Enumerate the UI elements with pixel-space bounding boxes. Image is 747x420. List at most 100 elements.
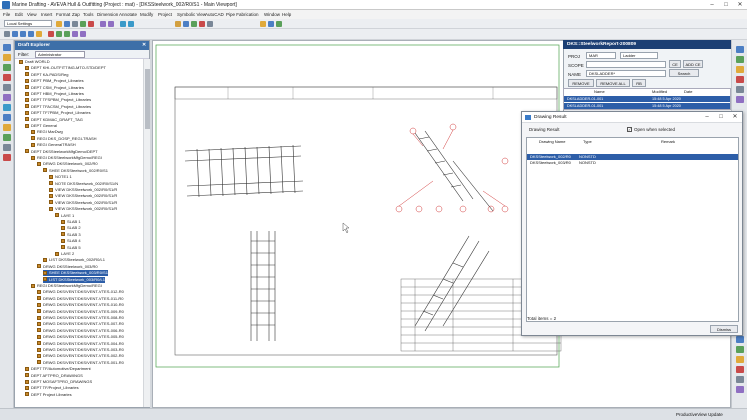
tree-item[interactable]: DRWG DKS/VENT/DKS/VENT-VTES-007-R0 xyxy=(37,321,124,327)
delete-icon[interactable] xyxy=(88,21,94,27)
explorer-close-icon[interactable]: ✕ xyxy=(142,41,146,50)
tree-item[interactable]: VIEW DKSSteelwork_002/R0/S1/R xyxy=(49,200,117,206)
tree-item[interactable]: REGI GeneralTRASH xyxy=(31,142,76,148)
tree-item[interactable]: DRWG DKS/VENT/DKS/VENT-VTES-008-R0 xyxy=(37,315,124,321)
dialog-close-button[interactable]: ✕ xyxy=(730,113,740,122)
tree-item[interactable]: SLAB 2 xyxy=(61,225,81,231)
menu-window[interactable]: Window xyxy=(264,12,280,17)
tree-item[interactable]: DEPT HBM_Project_Libraries xyxy=(25,91,84,97)
tree-item[interactable]: DEPT DKSSteelworkMfgDemo/DEPT xyxy=(25,149,98,155)
symbol-icon[interactable] xyxy=(276,21,282,27)
explorer-scrollbar[interactable] xyxy=(143,59,150,407)
scope-input[interactable] xyxy=(586,61,666,68)
table-row[interactable]: DKSLADDER-01-001 15:48 5 Apr 2020 xyxy=(564,103,730,109)
select-icon[interactable] xyxy=(4,31,10,37)
tree-item[interactable]: VIEW DKSSteelwork_002/R0/S1/R xyxy=(49,193,117,199)
filter-select[interactable]: Administrator xyxy=(35,51,85,58)
add-ce-button[interactable]: ADD CE xyxy=(683,60,703,68)
menu-edit[interactable]: Edit xyxy=(15,12,23,17)
col-drawing-name-header[interactable]: Drawing Name xyxy=(539,138,565,145)
redo-icon[interactable] xyxy=(108,21,114,27)
tree-item[interactable]: DRWG DKS/VENT/DKS/VENT-VTES-006-R0 xyxy=(37,328,124,334)
note-icon[interactable] xyxy=(199,21,205,27)
explorer-icon[interactable] xyxy=(3,44,11,51)
layer-icon[interactable] xyxy=(175,21,181,27)
tree-item[interactable]: DRWG DKS/VENT/DKS/VENT-VTES-004-R0 xyxy=(37,341,124,347)
rb-button[interactable]: RB xyxy=(632,79,646,87)
type-select[interactable]: Ladder xyxy=(620,52,658,59)
maximize-button[interactable]: □ xyxy=(719,0,733,10)
save-icon[interactable] xyxy=(64,21,70,27)
open-icon[interactable] xyxy=(56,21,62,27)
tree-item[interactable]: DRWG DKS/VENT/DKS/VENT-VTES-012-R0 xyxy=(37,289,124,295)
menu-zap[interactable]: Zap xyxy=(72,12,80,17)
draw-icon[interactable] xyxy=(3,64,11,71)
print-icon[interactable] xyxy=(72,21,78,27)
mirror-icon[interactable] xyxy=(80,31,86,37)
table-row[interactable]: DKSLADDER-01-001 15:48 5 Apr 2020 xyxy=(564,96,730,102)
folder-icon[interactable] xyxy=(3,54,11,61)
tree-item[interactable]: SLAB 1 xyxy=(61,219,81,225)
right-tool-4-icon[interactable] xyxy=(736,76,744,83)
tree-item[interactable]: LIST DKSSteelwork_002/R0/L1 xyxy=(43,257,105,263)
tree-item[interactable]: DEPT KHI-OUTFITTING-MTO-STD/DEPT xyxy=(25,65,106,71)
right-tool-3-icon[interactable] xyxy=(736,66,744,73)
tree-item[interactable]: SLAB 5 xyxy=(61,245,81,251)
pan-icon[interactable] xyxy=(128,21,134,27)
tree-item[interactable]: DRWG DKS/VENT/DKS/VENT-VTES-011-R0 xyxy=(37,296,124,302)
snap-icon[interactable] xyxy=(3,94,11,101)
zoom-window-icon[interactable] xyxy=(3,104,11,111)
tree-item[interactable]: NOTE1 1 xyxy=(49,174,72,180)
right-tool-5-icon[interactable] xyxy=(736,86,744,93)
tree-item[interactable]: LIST DKSSteelwork_003/R0/L1 xyxy=(43,276,105,283)
grid-icon[interactable] xyxy=(207,21,213,27)
right-tool-12-icon[interactable] xyxy=(736,386,744,393)
tree-item[interactable]: LAYE 2 xyxy=(55,251,74,257)
menu-help[interactable]: Help xyxy=(282,12,291,17)
col-type-header[interactable]: Type xyxy=(583,138,592,145)
tree-item[interactable]: DRWG DKS/VENT/DKS/VENT-VTES-005-R0 xyxy=(37,334,124,340)
tree-item[interactable]: DEPT PBM_Project_Libraries xyxy=(25,78,84,84)
tree-item[interactable]: DRWG DKSSteelwork_002/R0 xyxy=(37,161,98,167)
line-icon[interactable] xyxy=(12,31,18,37)
proj-select[interactable]: MAR xyxy=(586,52,616,59)
search-button[interactable]: Search xyxy=(669,69,699,77)
arc-icon[interactable] xyxy=(28,31,34,37)
fillet-icon[interactable] xyxy=(3,144,11,151)
tree-item[interactable]: DEPT CSM_Project_Libraries xyxy=(25,85,84,91)
name-input[interactable]: DKSLADDER* xyxy=(586,70,666,77)
hatch-icon[interactable] xyxy=(48,31,54,37)
menu-project[interactable]: Project xyxy=(158,12,172,17)
remove-button[interactable]: REMOVE xyxy=(568,79,594,87)
menu-modify[interactable]: Modify xyxy=(140,12,153,17)
right-tool-1-icon[interactable] xyxy=(736,46,744,53)
settings-combo[interactable]: Local Settings xyxy=(4,20,52,27)
tree-item[interactable]: SLAB 3 xyxy=(61,232,81,238)
break-icon[interactable] xyxy=(3,154,11,161)
dialog-minimize-button[interactable]: – xyxy=(702,113,712,122)
explorer-scroll-thumb[interactable] xyxy=(145,69,150,129)
undo-icon[interactable] xyxy=(100,21,106,27)
dimension-icon[interactable] xyxy=(260,21,266,27)
col-date-header[interactable]: Date xyxy=(684,89,692,95)
measure-icon[interactable] xyxy=(3,84,11,91)
tree-item[interactable]: DRWG DKS/VENT/DKS/VENT-VTES-001-R0 xyxy=(37,360,124,366)
label-icon[interactable] xyxy=(268,21,274,27)
sheet-icon[interactable] xyxy=(191,21,197,27)
tree-item[interactable]: REGI DKS_DOSP_REGI-TRASH xyxy=(31,136,97,142)
tree-item[interactable]: REGI DKSSteelworkMfgDemo/REGI xyxy=(31,155,102,161)
close-button[interactable]: ✕ xyxy=(733,0,747,10)
tree-item[interactable]: DEPT TFACSM_Project_Libraries xyxy=(25,104,91,110)
tree-item[interactable]: DRWG DKS/VENT/DKS/VENT-VTES-002-R0 xyxy=(37,353,124,359)
col-modified-header[interactable]: Modified xyxy=(652,89,667,95)
col-remark-header[interactable]: Remark xyxy=(661,138,675,145)
tree-item[interactable]: SHEE DKSSteelwork_002/R0/S1 xyxy=(43,168,108,174)
tree-item[interactable]: DEPT General xyxy=(25,123,57,129)
right-tool-8-icon[interactable] xyxy=(736,346,744,353)
right-tool-10-icon[interactable] xyxy=(736,366,744,373)
text-icon[interactable] xyxy=(36,31,42,37)
zoom-icon[interactable] xyxy=(120,21,126,27)
minimize-button[interactable]: – xyxy=(705,0,719,10)
tree-item[interactable]: DEPT TF7PBM_Project_Libraries xyxy=(25,110,91,116)
tree-item[interactable]: DRWG DKS/VENT/DKS/VENT-VTES-009-R0 xyxy=(37,309,124,315)
